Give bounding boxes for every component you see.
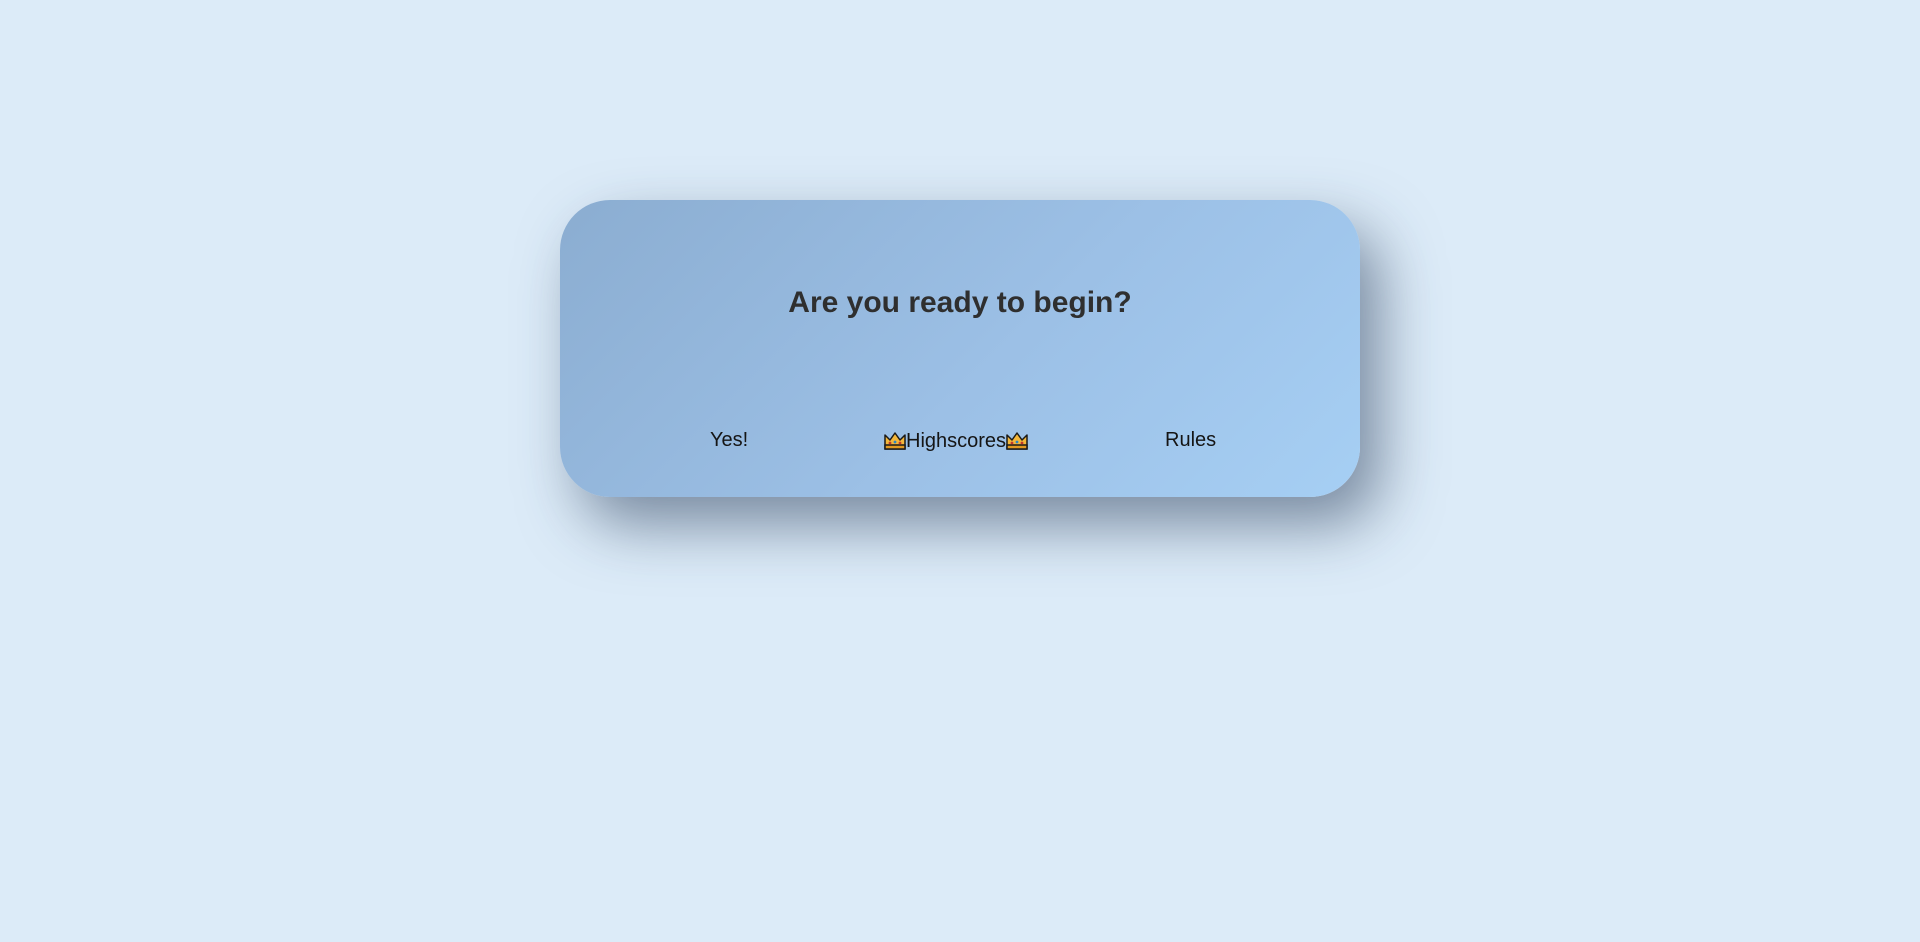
start-dialog: Are you ready to begin? Yes! Highscores [560, 200, 1360, 497]
yes-button-label: Yes! [710, 429, 749, 451]
highscores-button[interactable]: Highscores [884, 426, 1028, 456]
dialog-title: Are you ready to begin? [788, 286, 1132, 319]
page: { "dialog": { "title": "Are you ready to… [0, 0, 1920, 942]
rules-button[interactable]: Rules [1165, 425, 1216, 455]
rules-button-label: Rules [1165, 429, 1217, 451]
crown-icon [1006, 431, 1028, 451]
yes-button[interactable]: Yes! [710, 425, 748, 455]
dialog-buttons: Yes! Highscores Rules [560, 425, 1360, 455]
highscores-button-label: Highscores [906, 430, 1007, 452]
crown-icon [884, 431, 906, 451]
